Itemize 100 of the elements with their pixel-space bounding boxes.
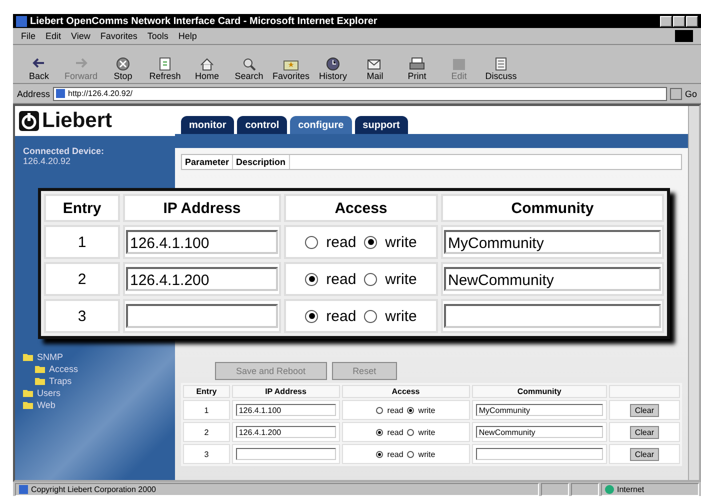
ip-address-field[interactable]: 126.4.1.200 [236, 426, 336, 438]
ip-address-field[interactable]: 126.4.1.200 [126, 267, 278, 291]
clear-button[interactable]: Clear [630, 404, 659, 416]
radio-button[interactable] [376, 450, 384, 458]
logo-text: Liebert [42, 109, 112, 133]
dropdown-button[interactable] [670, 88, 682, 100]
toolbar-button[interactable]: Discuss [483, 57, 519, 81]
ip-address-field[interactable]: 126.4.1.100 [236, 404, 336, 416]
radio-button[interactable] [364, 310, 378, 322]
column-header: Parameter [182, 155, 234, 169]
menu-item[interactable]: View [71, 31, 90, 41]
radio-button[interactable] [407, 406, 414, 414]
page-icon [56, 89, 66, 98]
community-field[interactable] [444, 304, 661, 328]
radio-button[interactable] [407, 428, 414, 436]
radio-label: write [385, 234, 417, 250]
radio-label: write [385, 270, 417, 288]
entry-cell: 2 [183, 422, 230, 442]
radio-button[interactable] [305, 236, 318, 248]
radio-label: read [326, 308, 356, 324]
community-field[interactable]: NewCommunity [444, 267, 661, 291]
toolbar-button[interactable]: Refresh [147, 57, 183, 81]
stop-icon [114, 57, 132, 71]
tree-item[interactable]: Access [49, 364, 78, 374]
menu-item[interactable]: File [21, 31, 36, 41]
tab[interactable]: configure [290, 116, 352, 134]
entry-cell: 1 [44, 225, 120, 259]
radio-label: write [385, 308, 417, 324]
tree-item[interactable]: Traps [49, 376, 72, 386]
toolbar-button[interactable]: Search [231, 57, 267, 81]
tree-item[interactable]: Users [37, 388, 61, 398]
menu-item[interactable]: Help [178, 31, 197, 41]
address-field[interactable]: http://126.4.20.92/ [53, 86, 667, 100]
column-header: IP Address [123, 194, 281, 222]
power-logo-icon [19, 111, 39, 131]
column-header: Community [441, 194, 664, 222]
radio-label: read [326, 270, 356, 288]
community-field[interactable] [476, 448, 603, 460]
column-header: Description [233, 155, 290, 169]
toolbar-button[interactable]: Back [21, 57, 57, 81]
community-field[interactable]: MyCommunity [476, 404, 603, 416]
toolbar-button[interactable]: History [315, 57, 351, 81]
column-header: Entry [44, 194, 120, 222]
column-header: Access [284, 194, 438, 222]
square-icon [450, 57, 468, 71]
toolbar-button[interactable]: Home [189, 57, 225, 81]
clock-icon [324, 57, 342, 71]
page-icon [19, 484, 28, 494]
clear-button[interactable]: Clear [630, 426, 659, 438]
tab[interactable]: control [237, 116, 288, 134]
radio-button[interactable] [305, 272, 318, 286]
ip-address-field[interactable]: 126.4.1.100 [126, 230, 278, 254]
scrollbar[interactable] [688, 106, 699, 480]
entry-cell: 3 [183, 444, 230, 464]
address-text: http://126.4.20.92/ [68, 89, 133, 98]
entry-cell: 2 [44, 262, 120, 296]
radio-button[interactable] [364, 236, 378, 248]
tree-item[interactable]: Web [37, 400, 56, 410]
radio-button[interactable] [364, 272, 378, 286]
sidebar-heading: Connected Device: [23, 146, 106, 156]
radio-label: write [418, 450, 436, 458]
globe-icon [605, 484, 614, 494]
radio-label: read [387, 406, 404, 414]
radio-label: read [387, 428, 404, 436]
tab[interactable]: support [354, 116, 408, 134]
maximize-button[interactable] [673, 16, 685, 26]
toolbar-button[interactable]: Mail [357, 57, 393, 81]
address-label: Address [17, 88, 50, 98]
column-header: Entry [183, 385, 230, 398]
ip-address-field[interactable] [126, 304, 278, 328]
house-icon [198, 57, 216, 71]
entry-cell: 3 [44, 299, 120, 333]
device-address: 126.4.20.92 [23, 156, 72, 166]
community-field[interactable]: MyCommunity [444, 230, 661, 254]
window-title: Liebert OpenComms Network Interface Card - Microsoft Internet Explorer [30, 16, 378, 26]
menu-item[interactable]: Favorites [100, 31, 138, 41]
toolbar-button[interactable]: Print [399, 57, 435, 81]
minimize-button[interactable] [660, 16, 672, 26]
column-header: Access [342, 385, 470, 398]
menu-item[interactable]: Edit [46, 31, 62, 41]
close-button[interactable] [686, 16, 698, 26]
status-pane [541, 482, 569, 496]
go-button[interactable]: Go [684, 88, 697, 98]
radio-label: read [326, 234, 356, 250]
radio-button[interactable] [376, 428, 384, 436]
toolbar-button[interactable]: Favorites [273, 57, 309, 81]
radio-label: read [387, 450, 404, 458]
toolbar-button[interactable]: Stop [105, 57, 141, 81]
community-field[interactable]: NewCommunity [476, 426, 603, 438]
clear-button[interactable]: Clear [630, 448, 659, 460]
radio-button[interactable] [305, 310, 318, 322]
zone-text: Internet [617, 484, 644, 494]
column-header: IP Address [232, 385, 340, 398]
menu-item[interactable]: Tools [147, 31, 168, 41]
radio-button[interactable] [407, 450, 414, 458]
tab[interactable]: monitor [181, 116, 234, 134]
tree-item[interactable]: SNMP [37, 352, 64, 362]
ip-address-field[interactable] [236, 448, 336, 460]
radio-button[interactable] [376, 406, 384, 414]
status-pane [571, 482, 599, 496]
